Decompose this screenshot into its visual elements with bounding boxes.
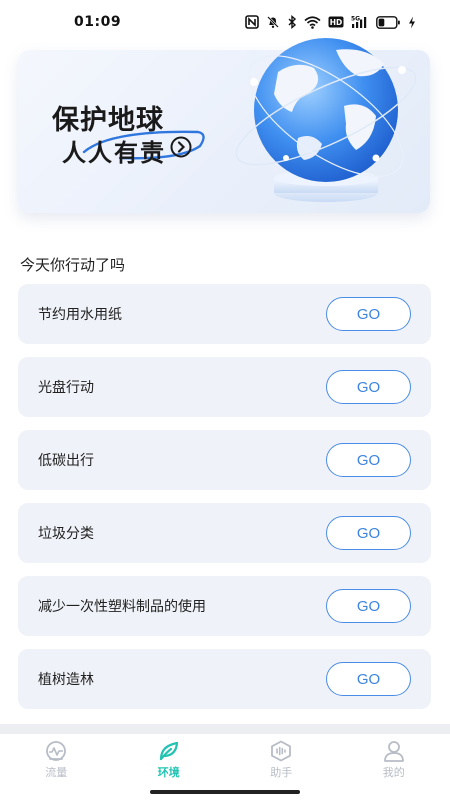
task-label: 垃圾分类	[38, 526, 94, 542]
globe-illustration	[235, 38, 417, 202]
task-card-low-carbon-travel[interactable]: 低碳出行 GO	[18, 430, 431, 490]
tab-profile[interactable]: 我的	[354, 740, 434, 780]
task-label: 光盘行动	[38, 380, 94, 396]
task-card-tree-planting[interactable]: 植树造林 GO	[18, 649, 431, 709]
eco-banner[interactable]: 保护地球 人人有责	[18, 38, 430, 213]
task-card-clean-plate[interactable]: 光盘行动 GO	[18, 357, 431, 417]
tab-label: 助手	[270, 766, 293, 779]
assistant-hexagon-icon	[271, 740, 292, 762]
tab-assistant[interactable]: 助手	[241, 740, 321, 780]
leaf-icon	[159, 741, 178, 761]
go-button[interactable]: GO	[326, 297, 411, 331]
task-card-reduce-plastic[interactable]: 减少一次性塑料制品的使用 GO	[18, 576, 431, 636]
home-indicator	[150, 790, 300, 794]
go-button[interactable]: GO	[326, 662, 411, 696]
user-icon	[383, 741, 404, 762]
chevron-right-circle-icon[interactable]	[170, 136, 192, 158]
go-button[interactable]: GO	[326, 370, 411, 404]
bottom-tab-bar: 流量 环境 助手 我的	[0, 736, 450, 784]
tab-label: 我的	[382, 766, 405, 779]
tab-label: 流量	[45, 766, 68, 779]
traffic-gauge-icon	[46, 741, 67, 761]
tab-environment[interactable]: 环境	[129, 740, 209, 780]
task-label: 减少一次性塑料制品的使用	[38, 599, 206, 615]
task-label: 植树造林	[38, 672, 94, 688]
go-button[interactable]: GO	[326, 589, 411, 623]
task-label: 节约用水用纸	[38, 307, 122, 323]
tab-traffic[interactable]: 流量	[16, 740, 96, 780]
banner-title-line1: 保护地球	[52, 105, 164, 136]
status-time: 01:09	[74, 14, 122, 30]
tab-label: 环境	[157, 766, 180, 779]
section-title: 今天你行动了吗	[20, 256, 126, 274]
go-button[interactable]: GO	[326, 443, 411, 477]
banner-title-line2: 人人有责	[62, 139, 166, 167]
divider	[0, 724, 450, 734]
task-card-save-water[interactable]: 节约用水用纸 GO	[18, 284, 431, 344]
task-label: 低碳出行	[38, 453, 94, 469]
task-card-waste-sorting[interactable]: 垃圾分类 GO	[18, 503, 431, 563]
go-button[interactable]: GO	[326, 516, 411, 550]
